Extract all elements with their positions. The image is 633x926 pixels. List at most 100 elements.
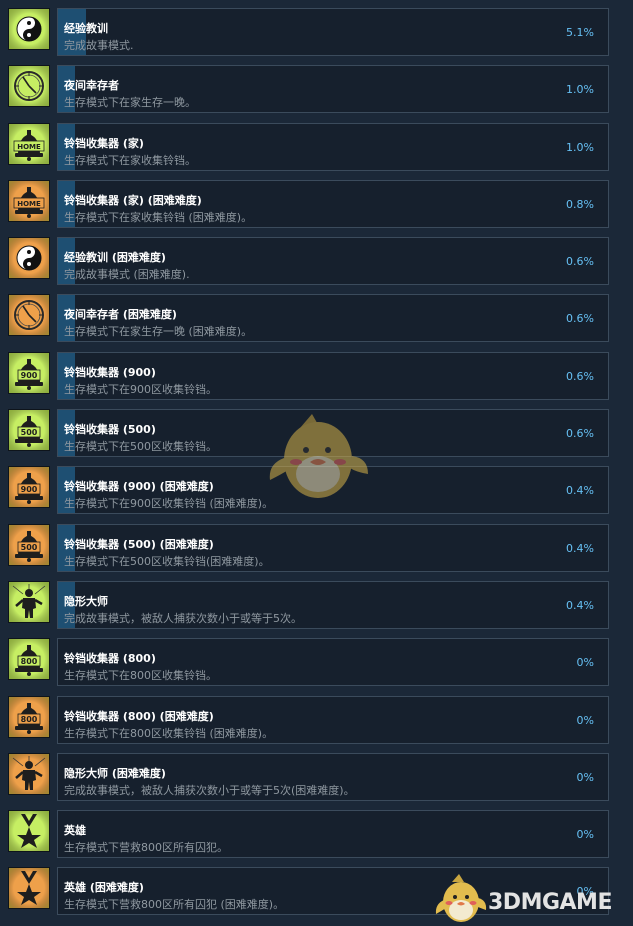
achievement-title: 铃铛收集器 (900) bbox=[64, 365, 156, 379]
svg-text:500: 500 bbox=[21, 543, 38, 552]
achievement-title: 经验教训 bbox=[64, 22, 108, 35]
achievement-card[interactable]: 铃铛收集器 (500) (困难难度) 生存模式下在500区收集铃铛(困难难度)。… bbox=[57, 523, 609, 572]
achievement-title: 隐形大师 bbox=[64, 594, 108, 608]
achievement-description: 生存模式下在家生存一晚。 bbox=[64, 96, 196, 110]
achievement-description: 生存模式下在500区收集铃铛(困难难度)。 bbox=[64, 554, 270, 568]
achievement-title: 铃铛收集器 (800) bbox=[64, 652, 156, 666]
yin-yang-icon bbox=[8, 237, 50, 280]
unlock-percent: 1.0% bbox=[566, 83, 594, 97]
svg-text:800: 800 bbox=[21, 657, 38, 666]
achievement-row: 900 铃铛收集器 (900) 生存模式下在900区收集铃铛。 0.6% bbox=[0, 350, 633, 407]
svg-text:500: 500 bbox=[21, 428, 38, 437]
svg-text:900: 900 bbox=[21, 371, 38, 380]
svg-text:900: 900 bbox=[21, 485, 38, 494]
mascot-watermark-icon bbox=[262, 408, 374, 508]
achievement-description: 生存模式下在800区收集铃铛。 bbox=[64, 669, 217, 683]
achievement-card[interactable]: 夜间幸存者 生存模式下在家生存一晚。 1.0% bbox=[57, 65, 609, 114]
unlock-percent: 0% bbox=[576, 656, 594, 670]
achievement-row: 隐形大师 完成故事模式，被敌人捕获次数小于或等于5次。 0.4% bbox=[0, 579, 633, 636]
unlock-percent: 5.1% bbox=[566, 26, 594, 39]
watermark-text: 3DMGAME bbox=[488, 890, 612, 915]
achievement-description: 生存模式下在家收集铃铛。 bbox=[64, 153, 196, 167]
achievement-card[interactable]: 英雄 生存模式下营救800区所有囚犯。 0% bbox=[57, 810, 609, 859]
yin-yang-icon bbox=[8, 8, 50, 50]
unlock-percent: 0.6% bbox=[566, 255, 594, 269]
svg-text:HOME: HOME bbox=[17, 143, 41, 151]
bell-icon: 800 bbox=[8, 638, 50, 681]
unlock-percent: 0.4% bbox=[566, 484, 594, 498]
unlock-percent: 0.8% bbox=[566, 197, 594, 211]
achievement-title: 英雄 bbox=[64, 824, 86, 838]
achievement-row: 夜间幸存者 (困难难度) 生存模式下在家生存一晚 (困难难度)。 0.6% bbox=[0, 292, 633, 349]
unlock-percent: 0% bbox=[576, 713, 594, 727]
achievement-description: 完成故事模式 (困难难度). bbox=[64, 268, 190, 282]
achievement-description: 生存模式下在800区收集铃铛 (困难难度)。 bbox=[64, 726, 274, 740]
achievement-row: HOME 铃铛收集器 (家) 生存模式下在家收集铃铛。 1.0% bbox=[0, 121, 633, 178]
achievement-description: 生存模式下在500区收集铃铛。 bbox=[64, 440, 217, 454]
achievement-title: 隐形大师 (困难难度) bbox=[64, 766, 166, 780]
stealth-figure-icon bbox=[8, 752, 50, 795]
unlock-percent: 0% bbox=[576, 828, 594, 842]
achievement-title: 铃铛收集器 (家) (困难难度) bbox=[64, 193, 202, 207]
bell-icon: HOME bbox=[8, 179, 50, 222]
achievement-card[interactable]: 经验教训 (困难难度) 完成故事模式 (困难难度). 0.6% bbox=[57, 237, 609, 286]
achievement-description: 生存模式下在900区收集铃铛 (困难难度)。 bbox=[64, 497, 274, 511]
achievement-title: 夜间幸存者 (困难难度) bbox=[64, 308, 177, 322]
achievement-description: 生存模式下在家收集铃铛 (困难难度)。 bbox=[64, 210, 253, 224]
stealth-figure-icon bbox=[8, 580, 50, 623]
achievement-card[interactable]: 经验教训 完成故事模式. 5.1% bbox=[57, 8, 609, 56]
achievement-row: HOME 铃铛收集器 (家) (困难难度) 生存模式下在家收集铃铛 (困难难度)… bbox=[0, 178, 633, 235]
bell-icon: 900 bbox=[8, 351, 50, 394]
achievement-title: 夜间幸存者 bbox=[64, 79, 119, 93]
achievement-card[interactable]: 铃铛收集器 (家) 生存模式下在家收集铃铛。 1.0% bbox=[57, 122, 609, 171]
bell-icon: 800 bbox=[8, 695, 50, 738]
unlock-percent: 0.6% bbox=[566, 312, 594, 326]
achievement-card[interactable]: 铃铛收集器 (家) (困难难度) 生存模式下在家收集铃铛 (困难难度)。 0.8… bbox=[57, 179, 609, 228]
achievement-card[interactable]: 隐形大师 完成故事模式，被敌人捕获次数小于或等于5次。 0.4% bbox=[57, 580, 609, 629]
achievement-description: 完成故事模式，被敌人捕获次数小于或等于5次。 bbox=[64, 611, 302, 625]
achievement-row: 800 铃铛收集器 (800) (困难难度) 生存模式下在800区收集铃铛 (困… bbox=[0, 694, 633, 751]
achievement-description: 生存模式下在家生存一晚 (困难难度)。 bbox=[64, 325, 253, 339]
bell-icon: HOME bbox=[8, 122, 50, 165]
medal-icon bbox=[8, 867, 50, 910]
achievement-card[interactable]: 铃铛收集器 (800) (困难难度) 生存模式下在800区收集铃铛 (困难难度)… bbox=[57, 695, 609, 744]
achievement-row: 隐形大师 (困难难度) 完成故事模式，被敌人捕获次数小于或等于5次(困难难度)。… bbox=[0, 751, 633, 808]
unlock-percent: 0% bbox=[576, 770, 594, 784]
unlock-percent: 0.4% bbox=[566, 598, 594, 612]
achievement-card[interactable]: 隐形大师 (困难难度) 完成故事模式，被敌人捕获次数小于或等于5次(困难难度)。… bbox=[57, 752, 609, 801]
unlock-percent: 0.6% bbox=[566, 427, 594, 441]
achievement-row: 经验教训 (困难难度) 完成故事模式 (困难难度). 0.6% bbox=[0, 235, 633, 292]
achievement-description: 生存模式下在900区收集铃铛。 bbox=[64, 382, 217, 396]
clock-icon bbox=[8, 65, 50, 108]
achievement-row: 800 铃铛收集器 (800) 生存模式下在800区收集铃铛。 0% bbox=[0, 636, 633, 693]
bell-icon: 500 bbox=[8, 523, 50, 566]
achievement-title: 铃铛收集器 (900) (困难难度) bbox=[64, 480, 214, 494]
medal-icon bbox=[8, 810, 50, 853]
achievement-description: 完成故事模式. bbox=[64, 39, 134, 52]
unlock-percent: 0.6% bbox=[566, 369, 594, 383]
achievement-card[interactable]: 铃铛收集器 (900) 生存模式下在900区收集铃铛。 0.6% bbox=[57, 351, 609, 400]
achievement-card[interactable]: 铃铛收集器 (800) 生存模式下在800区收集铃铛。 0% bbox=[57, 638, 609, 687]
achievement-row: 夜间幸存者 生存模式下在家生存一晚。 1.0% bbox=[0, 63, 633, 120]
achievement-description: 生存模式下营救800区所有囚犯。 bbox=[64, 841, 228, 855]
mascot-logo-icon bbox=[435, 874, 487, 922]
unlock-percent: 1.0% bbox=[566, 140, 594, 154]
achievement-row: 英雄 生存模式下营救800区所有囚犯。 0% bbox=[0, 808, 633, 865]
bell-icon: 900 bbox=[8, 466, 50, 509]
achievement-title: 经验教训 (困难难度) bbox=[64, 251, 166, 265]
achievement-title: 铃铛收集器 (家) bbox=[64, 136, 144, 150]
achievement-title: 铃铛收集器 (500) bbox=[64, 423, 156, 437]
achievement-description: 完成故事模式，被敌人捕获次数小于或等于5次(困难难度)。 bbox=[64, 783, 355, 797]
achievement-row: 500 铃铛收集器 (500) (困难难度) 生存模式下在500区收集铃铛(困难… bbox=[0, 522, 633, 579]
svg-text:HOME: HOME bbox=[17, 200, 41, 208]
achievement-title: 英雄 (困难难度) bbox=[64, 881, 144, 895]
achievement-title: 铃铛收集器 (800) (困难难度) bbox=[64, 709, 214, 723]
achievement-title: 铃铛收集器 (500) (困难难度) bbox=[64, 537, 214, 551]
bell-icon: 500 bbox=[8, 409, 50, 452]
site-watermark: 3DMGAME bbox=[434, 872, 630, 926]
achievement-card[interactable]: 夜间幸存者 (困难难度) 生存模式下在家生存一晚 (困难难度)。 0.6% bbox=[57, 294, 609, 343]
svg-text:800: 800 bbox=[21, 715, 38, 724]
achievement-description: 生存模式下营救800区所有囚犯 (困难难度)。 bbox=[64, 898, 285, 912]
achievement-row: 经验教训 完成故事模式. 5.1% bbox=[0, 6, 633, 63]
clock-icon bbox=[8, 294, 50, 337]
